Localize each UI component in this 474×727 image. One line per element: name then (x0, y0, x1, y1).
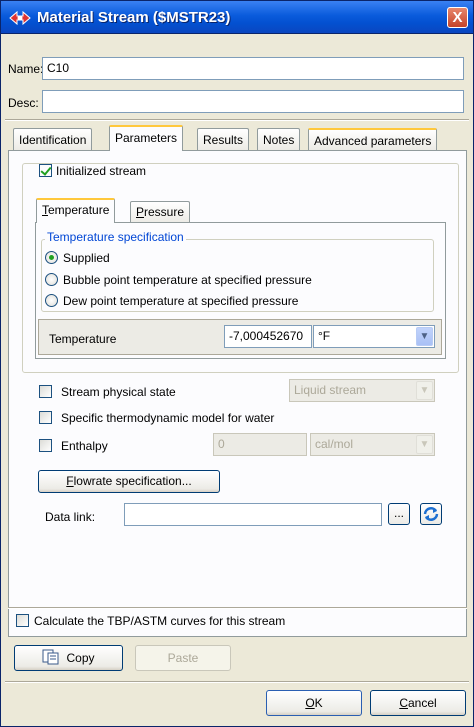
temperature-input[interactable]: -7,000452670 (224, 325, 312, 348)
flowrate-specification-button[interactable]: Flowrate specification... (38, 470, 220, 493)
enthalpy-input[interactable]: 0 (213, 433, 307, 456)
desc-field[interactable] (42, 90, 464, 113)
tab-identification[interactable]: Identification (13, 128, 93, 150)
copy-icon (42, 649, 59, 665)
specific-model-water-label: Specific thermodynamic model for water (61, 411, 275, 425)
title-bar[interactable]: Material Stream ($MSTR23) X (1, 1, 473, 34)
copy-button[interactable]: Copy (14, 645, 123, 671)
data-link-input[interactable] (124, 503, 382, 526)
enthalpy-unit-select[interactable]: cal/mol ▼ (310, 433, 435, 456)
separator (5, 119, 469, 121)
close-button[interactable]: X (447, 7, 468, 28)
tab-results[interactable]: Results (197, 128, 250, 150)
name-field[interactable]: C10 (42, 57, 464, 80)
stream-physical-state-label: Stream physical state (61, 385, 176, 399)
refresh-icon (423, 507, 439, 521)
stream-physical-state-checkbox[interactable] (39, 385, 52, 398)
data-link-label: Data link: (45, 510, 96, 524)
enthalpy-unit-value: cal/mol (315, 437, 354, 451)
paste-button[interactable]: Paste (135, 645, 231, 671)
enthalpy-value: 0 (218, 437, 225, 451)
chevron-down-icon[interactable]: ▼ (416, 327, 433, 346)
separator (5, 681, 469, 683)
temperature-label: Temperature (49, 332, 117, 346)
separator (8, 607, 467, 609)
radio-supplied[interactable] (45, 251, 58, 264)
name-label: Name: (8, 62, 44, 76)
stream-physical-state-value: Liquid stream (294, 383, 367, 397)
chevron-down-icon[interactable]: ▼ (416, 381, 433, 400)
radio-dew-point-label: Dew point temperature at specified press… (63, 294, 299, 308)
temperature-value: -7,000452670 (229, 329, 304, 343)
temperature-unit-value: °F (318, 329, 331, 343)
radio-dew-point[interactable] (45, 294, 58, 307)
tbp-curves-checkbox[interactable] (16, 614, 29, 627)
radio-bubble-point-label: Bubble point temperature at specified pr… (63, 273, 312, 287)
close-icon: X (452, 9, 463, 26)
refresh-button[interactable] (420, 503, 442, 525)
subtab-temperature[interactable]: Temperature (36, 198, 116, 223)
enthalpy-label: Enthalpy (61, 439, 108, 453)
stream-physical-state-select[interactable]: Liquid stream ▼ (289, 379, 435, 402)
material-stream-dialog: Material Stream ($MSTR23) X Name: C10 De… (0, 0, 474, 727)
desc-label: Desc: (8, 96, 39, 110)
cancel-button[interactable]: Cancel (370, 690, 466, 716)
window-title: Material Stream ($MSTR23) (37, 9, 231, 26)
temperature-unit-select[interactable]: °F ▼ (313, 325, 435, 348)
initialized-stream-checkbox[interactable] (39, 164, 52, 177)
tab-notes[interactable]: Notes (257, 128, 301, 150)
stream-icon (9, 10, 31, 26)
tab-advanced-parameters[interactable]: Advanced parameters (308, 128, 438, 150)
name-value: C10 (47, 61, 70, 75)
temperature-spec-legend: Temperature specification (45, 230, 186, 244)
chevron-down-icon[interactable]: ▼ (416, 435, 433, 454)
ellipsis-icon: ... (393, 506, 404, 520)
radio-bubble-point[interactable] (45, 273, 58, 286)
tab-parameters[interactable]: Parameters (109, 125, 184, 151)
radio-supplied-label: Supplied (63, 251, 110, 265)
specific-model-water-checkbox[interactable] (39, 411, 52, 424)
ok-button[interactable]: OK (266, 690, 362, 716)
subtab-pressure[interactable]: Pressure (130, 201, 191, 223)
browse-button[interactable]: ... (388, 503, 410, 525)
initialized-stream-label: Initialized stream (56, 164, 150, 178)
enthalpy-checkbox[interactable] (39, 439, 52, 452)
tbp-curves-label: Calculate the TBP/ASTM curves for this s… (34, 614, 286, 628)
